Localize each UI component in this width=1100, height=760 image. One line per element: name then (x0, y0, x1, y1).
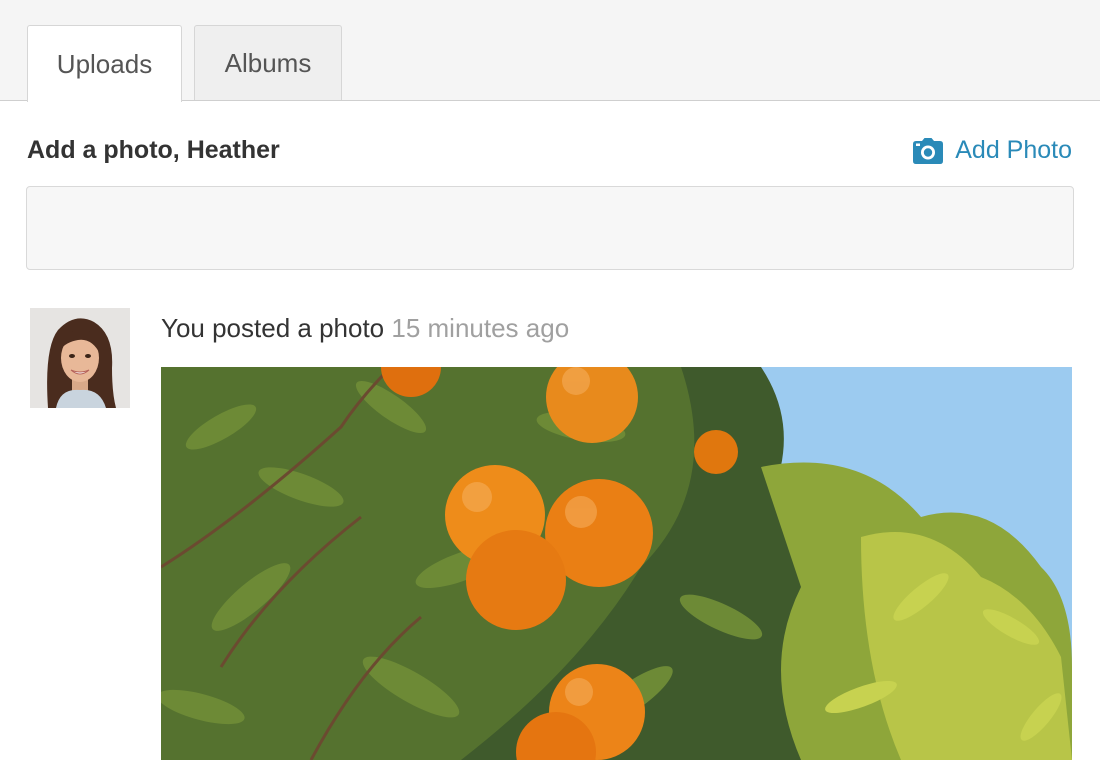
add-photo-button[interactable]: Add Photo (913, 136, 1072, 165)
post-timestamp: 15 minutes ago (391, 313, 570, 343)
photo-upload-input[interactable] (26, 186, 1074, 270)
avatar (30, 308, 130, 408)
composer-title: Add a photo, Heather (27, 136, 280, 164)
post-photo[interactable] (161, 367, 1072, 760)
add-photo-label: Add Photo (955, 136, 1072, 164)
camera-icon (913, 137, 944, 164)
post-action-text: You posted a photo (161, 313, 385, 343)
tab-bar: Uploads Albums (0, 0, 1100, 102)
tab-uploads[interactable]: Uploads (27, 25, 182, 102)
tab-albums[interactable]: Albums (194, 25, 342, 100)
post-header: You posted a photo 15 minutes ago (161, 313, 569, 344)
